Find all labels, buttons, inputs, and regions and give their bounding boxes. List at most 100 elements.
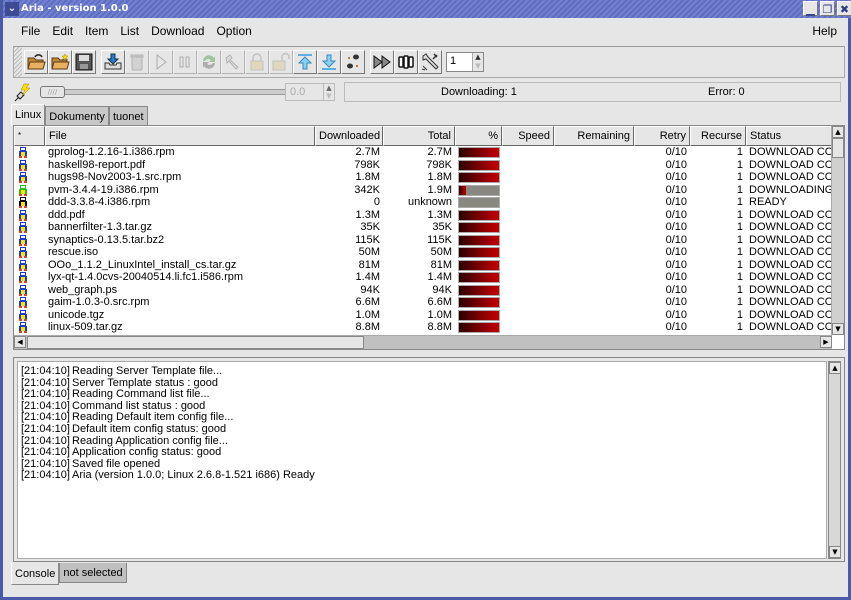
table-row[interactable]: bannerfilter-1.3.tar.gz 35K 35K 0/10 1 DOWNLO… [14,221,832,234]
pause-button[interactable] [173,50,197,74]
scroll-up-button[interactable]: ▲ [832,126,844,138]
progress-bar [455,159,502,172]
close-button[interactable]: ✖ [837,1,851,16]
toolbar-grip[interactable] [14,47,22,77]
table-row[interactable]: pvm-3.4.4-19.i386.rpm 342K 1.9M 0/10 1 DOWNLO… [14,184,832,197]
maximize-button[interactable]: ❐ [820,1,835,16]
column-header-downloaded[interactable]: Downloaded [315,126,383,146]
status-box: Downloading: 1 Error: 0 [344,82,841,102]
status-penguin-icon [14,196,45,209]
pane-splitter[interactable] [6,350,851,356]
table-row[interactable]: ddd.pdf 1.3M 1.3M 0/10 1 DOWNLOAD CO [14,209,832,222]
list-vertical-scrollbar[interactable]: ▲ ▼ [831,126,844,335]
minimize-button[interactable]: ▁ [803,1,818,16]
downloaded-size: 2.7M [355,146,380,158]
speed-spinner-arrows[interactable]: ▲ ▼ [323,84,334,100]
table-row[interactable]: linux-509.tar.gz 8.8M 8.8M 0/10 1 DOWNLOAD CO [14,321,832,334]
column-header-status[interactable]: Status [746,126,832,146]
table-row[interactable]: rescue.iso 50M 50M 0/10 1 DOWNLOAD CO [14,246,832,259]
spinner-arrows[interactable]: ▲ ▼ [472,53,483,71]
move-top-button[interactable] [293,50,317,74]
move-bottom-button[interactable] [317,50,341,74]
scroll-down-button[interactable]: ▼ [832,323,844,335]
delete-button[interactable] [125,50,149,74]
menu-file[interactable]: File [15,20,46,42]
console-vertical-scrollbar[interactable]: ▲ ▼ [828,361,841,559]
menu-list[interactable]: List [114,20,145,42]
column-header-file[interactable]: File [45,126,315,146]
table-row[interactable]: haskell98-report.pdf 798K 798K 0/10 1 DOWNLOA… [14,159,832,172]
table-row[interactable]: gprolog-1.2.16-1.i386.rpm 2.7M 2.7M 0/10 1 DO… [14,146,832,159]
tab-not-selected[interactable]: not selected [59,563,127,583]
tab-console[interactable]: Console [11,563,60,585]
total-size: 94K [432,283,452,296]
add-download-button[interactable] [101,50,125,74]
recurse-level: 1 [736,271,743,283]
downloaded-size: 1.8M [355,171,380,183]
progress-fill [459,323,499,332]
console-scroll-up-button[interactable]: ▲ [829,362,841,374]
column-header-percent[interactable]: % [455,126,502,146]
slider-thumb[interactable]: //// [40,86,65,98]
thread-count-spinner[interactable]: 1 ▲ ▼ [446,52,484,72]
log-message: Reading Command list file... [72,388,210,401]
menu-option[interactable]: Option [210,20,257,42]
horizontal-scroll-thumb[interactable] [27,336,364,349]
column-header-star[interactable]: * [14,126,45,146]
table-row[interactable]: web_graph.ps 94K 94K 0/10 1 DOWNLOAD CO [14,284,832,297]
table-row[interactable]: OOo_1.1.2_LinuxIntel_install_cs.tar.gz 81… [14,259,832,272]
scroll-thumb[interactable] [832,138,844,158]
scroll-right-button[interactable]: ▶ [820,336,832,348]
start-button[interactable] [149,50,173,74]
settings-button[interactable] [221,50,245,74]
column-header-total[interactable]: Total [383,126,455,146]
total-size: 1.3M [427,208,452,221]
menu-edit[interactable]: Edit [46,20,79,42]
open-file-button[interactable] [24,50,48,74]
download-all-button[interactable] [370,50,394,74]
stop-all-button[interactable] [394,50,418,74]
retry-count: 0/10 [665,246,687,258]
column-header-speed[interactable]: Speed [502,126,554,146]
status-penguin-icon [14,284,45,297]
toolbar: 1 ▲ ▼ [13,46,845,78]
column-header-remaining[interactable]: Remaining [554,126,634,146]
title-bar[interactable]: ⌄ Aria - version 1.0.0 ▁ ❐ ✖ [3,0,851,18]
tab-linux[interactable]: Linux [11,104,46,126]
window-menu-button[interactable]: ⌄ [5,2,19,16]
tab-tuonet[interactable]: tuonet [108,106,148,126]
speed-limit-spinner[interactable]: 0.0 ▲ ▼ [285,83,335,101]
table-row[interactable]: synaptics-0.13.5.tar.bz2 115K 115K 0/10 1 DOW… [14,234,832,247]
total-size: 50M [430,246,452,258]
save-button[interactable] [72,50,96,74]
menu-item[interactable]: Item [79,20,114,42]
table-row[interactable]: unicode.tgz 1.0M 1.0M 0/10 1 DOWNLOAD CO [14,309,832,322]
preferences-button[interactable] [418,50,442,74]
column-header-retry[interactable]: Retry [634,126,690,146]
speed [502,259,554,272]
table-row[interactable]: lyx-qt-1.4.0cvs-20040514.li.fc1.i586.rpm… [14,271,832,284]
menu-download[interactable]: Download [145,20,210,42]
status-text: DOWNLOAD CO [749,208,832,221]
new-file-button[interactable] [48,50,72,74]
restart-button[interactable] [197,50,221,74]
scroll-left-button[interactable]: ◀ [14,336,26,348]
remaining [554,221,634,234]
table-row[interactable]: hugs98-Nov2003-1.src.rpm 1.8M 1.8M 0/10 1 DOW… [14,171,832,184]
unlock-button[interactable] [269,50,293,74]
stop-all-icon [398,55,414,69]
footprints-icon [347,54,359,69]
menu-help[interactable]: Help [806,20,843,42]
table-row[interactable]: ddd-3.3.8-4.i386.rpm 0 unknown 0/10 1 READY [14,196,832,209]
progress-fill [459,285,499,295]
tab-dokumenty[interactable]: Dokumenty [45,106,109,126]
list-horizontal-scrollbar[interactable]: ◀ ▶ [14,335,832,349]
column-header-recurse[interactable]: Recurse [690,126,746,146]
file-name: synaptics-0.13.5.tar.bz2 [48,233,165,246]
table-row[interactable]: gaim-1.0.3-0.src.rpm 6.6M 6.6M 0/10 1 DOWNLOA… [14,296,832,309]
console-scroll-down-button[interactable]: ▼ [829,546,841,558]
progress-bar [455,246,502,259]
lock-button[interactable] [245,50,269,74]
crawl-button[interactable] [341,50,365,74]
speed-limit-slider[interactable]: //// [40,86,288,98]
